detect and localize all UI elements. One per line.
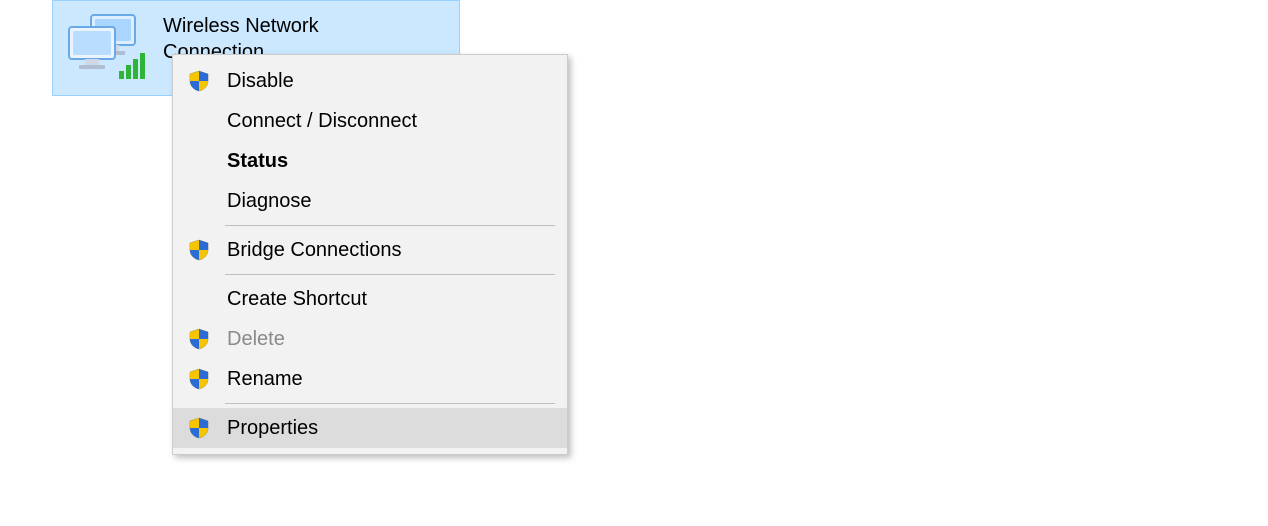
menu-label: Status xyxy=(227,150,288,173)
menu-separator xyxy=(225,403,555,404)
menu-label: Create Shortcut xyxy=(227,288,367,311)
menu-connect-disconnect[interactable]: Connect / Disconnect xyxy=(173,101,567,141)
menu-label: Disable xyxy=(227,70,294,93)
network-computers-icon xyxy=(65,13,145,83)
menu-label: Properties xyxy=(227,417,318,440)
context-menu: Disable Connect / Disconnect Status Diag… xyxy=(172,54,568,455)
shield-icon xyxy=(187,416,211,440)
menu-separator xyxy=(225,274,555,275)
menu-delete: Delete xyxy=(173,319,567,359)
menu-diagnose[interactable]: Diagnose xyxy=(173,181,567,221)
menu-label: Connect / Disconnect xyxy=(227,110,417,133)
menu-label: Diagnose xyxy=(227,190,312,213)
menu-label: Bridge Connections xyxy=(227,239,402,262)
menu-bridge-connections[interactable]: Bridge Connections xyxy=(173,230,567,270)
shield-icon xyxy=(187,327,211,351)
shield-icon xyxy=(187,238,211,262)
menu-create-shortcut[interactable]: Create Shortcut xyxy=(173,279,567,319)
shield-icon xyxy=(187,69,211,93)
menu-label: Delete xyxy=(227,328,285,351)
shield-icon xyxy=(187,367,211,391)
menu-properties[interactable]: Properties xyxy=(173,408,567,448)
menu-separator xyxy=(225,225,555,226)
menu-label: Rename xyxy=(227,368,303,391)
menu-status[interactable]: Status xyxy=(173,141,567,181)
menu-rename[interactable]: Rename xyxy=(173,359,567,399)
menu-disable[interactable]: Disable xyxy=(173,61,567,101)
adapter-title-line1: Wireless Network xyxy=(163,13,319,39)
